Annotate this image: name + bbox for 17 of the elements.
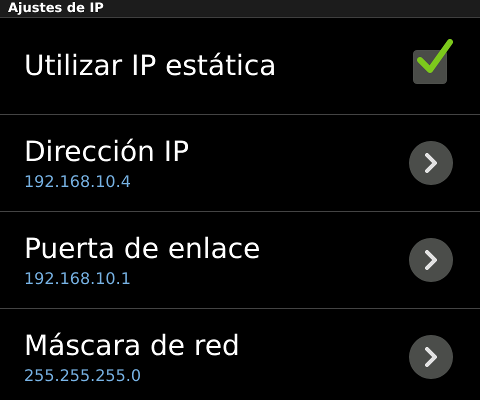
chevron-right-icon[interactable]: [409, 141, 453, 185]
section-title: Ajustes de IP: [8, 2, 104, 15]
chevron-right-icon[interactable]: [409, 335, 453, 379]
row-value: 192.168.10.4: [24, 172, 132, 192]
check-icon: [417, 38, 453, 76]
checkbox[interactable]: [413, 38, 453, 84]
row-value: 192.168.10.1: [24, 269, 132, 289]
settings-row[interactable]: Máscara de red 255.255.255.0: [0, 309, 480, 400]
chevron-right-icon[interactable]: [409, 238, 453, 282]
settings-row[interactable]: Dirección IP 192.168.10.4: [0, 115, 480, 212]
settings-row[interactable]: Utilizar IP estática: [0, 18, 480, 115]
row-title: Utilizar IP estática: [24, 48, 276, 84]
row-title: Máscara de red: [24, 328, 240, 364]
row-value: 255.255.255.0: [24, 366, 142, 386]
row-title: Dirección IP: [24, 134, 189, 170]
row-title: Puerta de enlace: [24, 231, 260, 267]
settings-row[interactable]: Puerta de enlace 192.168.10.1: [0, 212, 480, 309]
